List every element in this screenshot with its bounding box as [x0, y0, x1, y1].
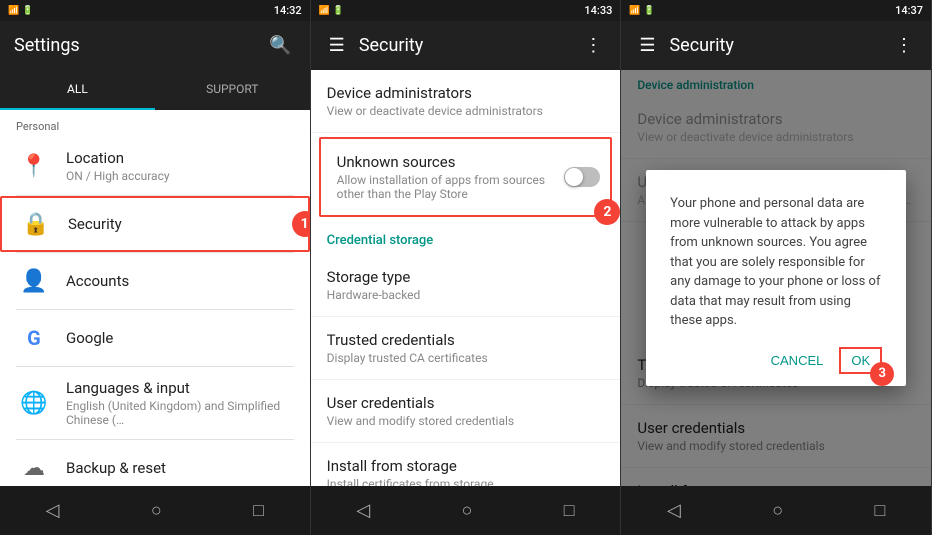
- accounts-icon: 👤: [16, 269, 52, 294]
- recents-icon-3[interactable]: □: [858, 496, 901, 525]
- more-icon-3[interactable]: ⋮: [891, 31, 917, 60]
- unknown-sources-dialog: Your phone and personal data are more vu…: [646, 170, 906, 386]
- tabs-bar: ALL SUPPORT: [0, 70, 310, 110]
- search-icon[interactable]: 🔍: [265, 31, 295, 60]
- unknown-sources-box: Unknown sources Allow installation of ap…: [319, 137, 613, 217]
- more-icon-2[interactable]: ⋮: [580, 31, 606, 60]
- storage-type-item[interactable]: Storage type Hardware-backed: [311, 254, 621, 317]
- bottom-nav-3: ◁ ○ □: [621, 486, 931, 535]
- top-bar-2: ☰ Security ⋮: [311, 21, 621, 70]
- panel-2: 📶🔋 14:33 ☰ Security ⋮ Device administrat…: [311, 0, 622, 535]
- install-storage-item[interactable]: Install from storage Install certificate…: [311, 443, 621, 486]
- menu-icon-3[interactable]: ☰: [635, 31, 659, 60]
- home-icon-3[interactable]: ○: [756, 496, 799, 525]
- time-1: 14:32: [274, 4, 302, 17]
- unknown-sources-toggle[interactable]: [564, 167, 600, 187]
- recents-icon[interactable]: □: [237, 496, 280, 525]
- step-badge-1: 1: [292, 211, 310, 237]
- dialog-overlay: Your phone and personal data are more vu…: [621, 70, 931, 486]
- status-icons-3: 📶🔋: [629, 6, 654, 16]
- time-3: 14:37: [895, 4, 923, 17]
- dialog-actions: CANCEL OK 3: [670, 347, 882, 374]
- bottom-nav-1: ◁ ○ □: [0, 486, 310, 535]
- bottom-nav-2: ◁ ○ □: [311, 486, 621, 535]
- back-icon-2[interactable]: ◁: [340, 496, 386, 525]
- location-text: Location ON / High accuracy: [66, 149, 170, 183]
- status-icons-2: 📶🔋: [319, 6, 344, 16]
- list-item-location[interactable]: 📍 Location ON / High accuracy: [0, 137, 310, 195]
- location-icon: 📍: [16, 154, 52, 179]
- time-2: 14:33: [584, 4, 612, 17]
- trusted-creds-item[interactable]: Trusted credentials Display trusted CA c…: [311, 317, 621, 380]
- back-icon-3[interactable]: ◁: [651, 496, 697, 525]
- status-bar-1: 📶🔋 14:32: [0, 0, 310, 21]
- security-title-3: Security: [669, 35, 733, 56]
- credential-storage-label: Credential storage: [311, 221, 621, 254]
- panel-1: 📶🔋 14:32 Settings 🔍 ALL SUPPORT Personal…: [0, 0, 311, 535]
- dialog-text: Your phone and personal data are more vu…: [670, 194, 882, 331]
- back-icon[interactable]: ◁: [30, 496, 76, 525]
- device-admin-item[interactable]: Device administrators View or deactivate…: [311, 70, 621, 133]
- user-creds-item[interactable]: User credentials View and modify stored …: [311, 380, 621, 443]
- status-bar-3: 📶🔋 14:37: [621, 0, 931, 21]
- google-icon: G: [16, 326, 52, 350]
- languages-text: Languages & input English (United Kingdo…: [66, 379, 294, 427]
- status-bar-2: 📶🔋 14:33: [311, 0, 621, 21]
- toggle-switch[interactable]: [564, 167, 600, 187]
- accounts-text: Accounts: [66, 272, 129, 290]
- google-text: Google: [66, 329, 113, 347]
- security-text: Security: [68, 215, 122, 233]
- security-content-3: Device administration Device administrat…: [621, 70, 931, 486]
- backup-text: Backup & reset: [66, 459, 166, 477]
- settings-content: Personal 📍 Location ON / High accuracy 🔒…: [0, 110, 310, 486]
- tab-all[interactable]: ALL: [0, 70, 155, 108]
- list-item-backup[interactable]: ☁ Backup & reset: [0, 440, 310, 486]
- settings-title: Settings: [14, 35, 80, 56]
- status-icons-1: 📶🔋: [8, 6, 33, 16]
- list-item-accounts[interactable]: 👤 Accounts: [0, 253, 310, 309]
- security-title-2: Security: [359, 35, 423, 56]
- languages-icon: 🌐: [16, 391, 52, 416]
- recents-icon-2[interactable]: □: [548, 496, 591, 525]
- home-icon-2[interactable]: ○: [446, 496, 489, 525]
- list-item-google[interactable]: G Google: [0, 310, 310, 366]
- tab-support[interactable]: SUPPORT: [155, 70, 310, 108]
- panel-3: 📶🔋 14:37 ☰ Security ⋮ Device administrat…: [621, 0, 932, 535]
- list-item-security[interactable]: 🔒 Security 1: [0, 196, 310, 252]
- step-badge-3: 3: [870, 362, 894, 386]
- top-bar-1: Settings 🔍: [0, 21, 310, 70]
- backup-icon: ☁: [16, 456, 52, 481]
- dialog-cancel-button[interactable]: CANCEL: [763, 347, 832, 374]
- top-bar-3: ☰ Security ⋮: [621, 21, 931, 70]
- personal-label: Personal: [0, 110, 310, 137]
- home-icon[interactable]: ○: [135, 496, 178, 525]
- list-item-languages[interactable]: 🌐 Languages & input English (United King…: [0, 367, 310, 439]
- security-content-2: Device administrators View or deactivate…: [311, 70, 621, 486]
- lock-icon: 🔒: [18, 212, 54, 237]
- menu-icon-2[interactable]: ☰: [325, 31, 349, 60]
